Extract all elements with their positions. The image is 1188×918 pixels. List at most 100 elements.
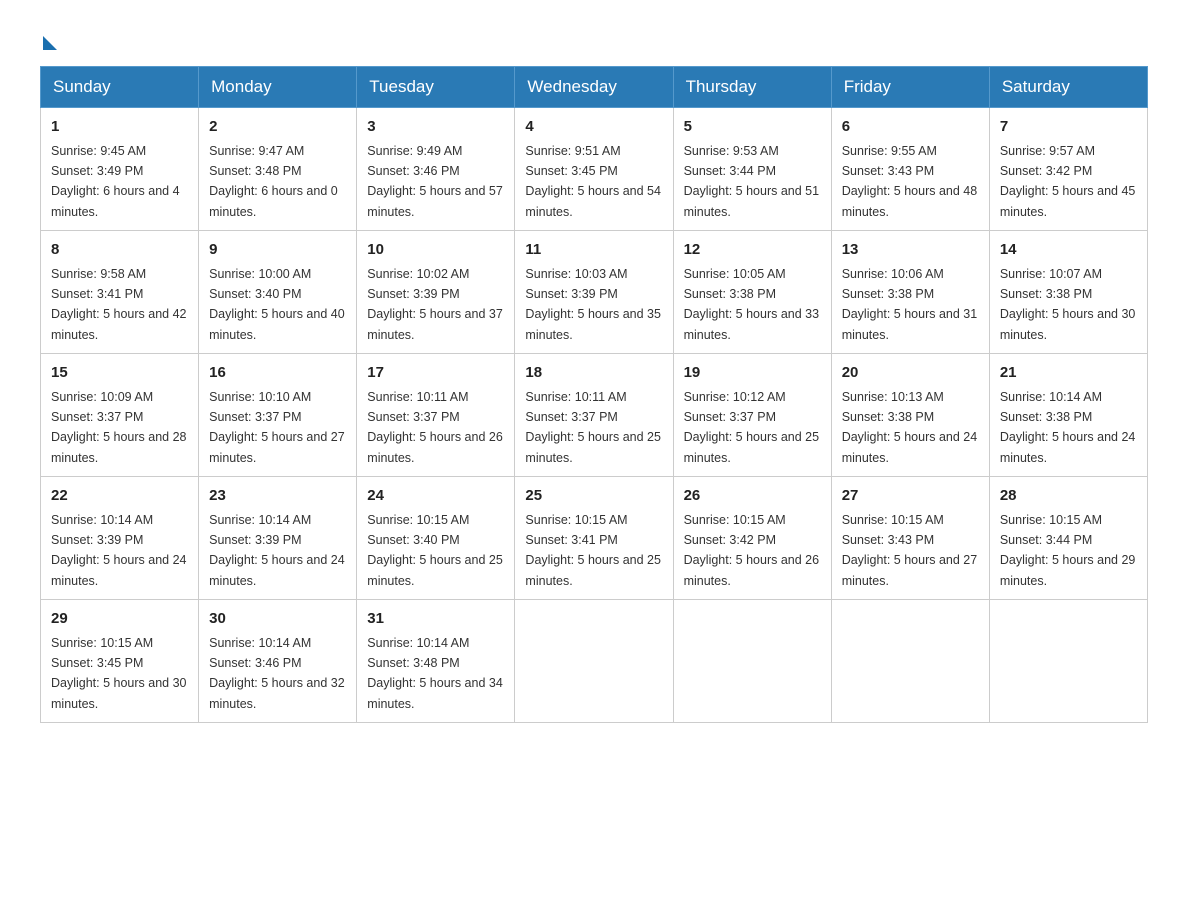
calendar-cell: 14 Sunrise: 10:07 AMSunset: 3:38 PMDayli… xyxy=(989,231,1147,354)
day-info: Sunrise: 10:05 AMSunset: 3:38 PMDaylight… xyxy=(684,267,820,342)
day-number: 7 xyxy=(1000,116,1137,139)
day-info: Sunrise: 9:49 AMSunset: 3:46 PMDaylight:… xyxy=(367,144,503,219)
calendar-cell: 1 Sunrise: 9:45 AMSunset: 3:49 PMDayligh… xyxy=(41,108,199,231)
day-number: 2 xyxy=(209,116,346,139)
day-info: Sunrise: 9:57 AMSunset: 3:42 PMDaylight:… xyxy=(1000,144,1136,219)
day-of-week-header: Monday xyxy=(199,67,357,108)
calendar-cell xyxy=(673,600,831,723)
day-number: 9 xyxy=(209,239,346,262)
calendar-cell: 31 Sunrise: 10:14 AMSunset: 3:48 PMDayli… xyxy=(357,600,515,723)
calendar-week-row: 29 Sunrise: 10:15 AMSunset: 3:45 PMDayli… xyxy=(41,600,1148,723)
calendar-cell: 24 Sunrise: 10:15 AMSunset: 3:40 PMDayli… xyxy=(357,477,515,600)
calendar-cell: 22 Sunrise: 10:14 AMSunset: 3:39 PMDayli… xyxy=(41,477,199,600)
day-info: Sunrise: 9:45 AMSunset: 3:49 PMDaylight:… xyxy=(51,144,180,219)
calendar-cell: 29 Sunrise: 10:15 AMSunset: 3:45 PMDayli… xyxy=(41,600,199,723)
day-info: Sunrise: 10:13 AMSunset: 3:38 PMDaylight… xyxy=(842,390,978,465)
day-info: Sunrise: 9:51 AMSunset: 3:45 PMDaylight:… xyxy=(525,144,661,219)
day-info: Sunrise: 9:53 AMSunset: 3:44 PMDaylight:… xyxy=(684,144,820,219)
day-number: 31 xyxy=(367,608,504,631)
day-of-week-header: Wednesday xyxy=(515,67,673,108)
calendar-cell: 11 Sunrise: 10:03 AMSunset: 3:39 PMDayli… xyxy=(515,231,673,354)
calendar-cell xyxy=(989,600,1147,723)
calendar-cell: 8 Sunrise: 9:58 AMSunset: 3:41 PMDayligh… xyxy=(41,231,199,354)
day-number: 4 xyxy=(525,116,662,139)
day-number: 8 xyxy=(51,239,188,262)
day-of-week-header: Sunday xyxy=(41,67,199,108)
day-number: 24 xyxy=(367,485,504,508)
calendar-table: SundayMondayTuesdayWednesdayThursdayFrid… xyxy=(40,66,1148,723)
calendar-week-row: 1 Sunrise: 9:45 AMSunset: 3:49 PMDayligh… xyxy=(41,108,1148,231)
calendar-week-row: 15 Sunrise: 10:09 AMSunset: 3:37 PMDayli… xyxy=(41,354,1148,477)
day-of-week-header: Thursday xyxy=(673,67,831,108)
day-of-week-header: Saturday xyxy=(989,67,1147,108)
day-info: Sunrise: 10:07 AMSunset: 3:38 PMDaylight… xyxy=(1000,267,1136,342)
calendar-cell: 2 Sunrise: 9:47 AMSunset: 3:48 PMDayligh… xyxy=(199,108,357,231)
calendar-body: 1 Sunrise: 9:45 AMSunset: 3:49 PMDayligh… xyxy=(41,108,1148,723)
day-number: 29 xyxy=(51,608,188,631)
day-info: Sunrise: 10:14 AMSunset: 3:48 PMDaylight… xyxy=(367,636,503,711)
calendar-cell: 7 Sunrise: 9:57 AMSunset: 3:42 PMDayligh… xyxy=(989,108,1147,231)
day-info: Sunrise: 10:06 AMSunset: 3:38 PMDaylight… xyxy=(842,267,978,342)
day-info: Sunrise: 10:15 AMSunset: 3:41 PMDaylight… xyxy=(525,513,661,588)
day-of-week-header: Tuesday xyxy=(357,67,515,108)
day-info: Sunrise: 10:15 AMSunset: 3:40 PMDaylight… xyxy=(367,513,503,588)
calendar-cell: 6 Sunrise: 9:55 AMSunset: 3:43 PMDayligh… xyxy=(831,108,989,231)
day-number: 11 xyxy=(525,239,662,262)
day-number: 14 xyxy=(1000,239,1137,262)
calendar-cell: 15 Sunrise: 10:09 AMSunset: 3:37 PMDayli… xyxy=(41,354,199,477)
calendar-cell: 27 Sunrise: 10:15 AMSunset: 3:43 PMDayli… xyxy=(831,477,989,600)
calendar-cell: 30 Sunrise: 10:14 AMSunset: 3:46 PMDayli… xyxy=(199,600,357,723)
day-number: 6 xyxy=(842,116,979,139)
calendar-cell: 18 Sunrise: 10:11 AMSunset: 3:37 PMDayli… xyxy=(515,354,673,477)
calendar-cell: 10 Sunrise: 10:02 AMSunset: 3:39 PMDayli… xyxy=(357,231,515,354)
day-info: Sunrise: 10:00 AMSunset: 3:40 PMDaylight… xyxy=(209,267,345,342)
day-info: Sunrise: 10:15 AMSunset: 3:42 PMDaylight… xyxy=(684,513,820,588)
day-number: 19 xyxy=(684,362,821,385)
calendar-cell: 12 Sunrise: 10:05 AMSunset: 3:38 PMDayli… xyxy=(673,231,831,354)
day-info: Sunrise: 10:03 AMSunset: 3:39 PMDaylight… xyxy=(525,267,661,342)
calendar-cell: 20 Sunrise: 10:13 AMSunset: 3:38 PMDayli… xyxy=(831,354,989,477)
day-number: 26 xyxy=(684,485,821,508)
day-number: 27 xyxy=(842,485,979,508)
day-number: 28 xyxy=(1000,485,1137,508)
day-number: 5 xyxy=(684,116,821,139)
day-info: Sunrise: 10:14 AMSunset: 3:39 PMDaylight… xyxy=(51,513,187,588)
calendar-cell: 5 Sunrise: 9:53 AMSunset: 3:44 PMDayligh… xyxy=(673,108,831,231)
day-info: Sunrise: 10:10 AMSunset: 3:37 PMDaylight… xyxy=(209,390,345,465)
calendar-cell: 19 Sunrise: 10:12 AMSunset: 3:37 PMDayli… xyxy=(673,354,831,477)
day-number: 16 xyxy=(209,362,346,385)
calendar-cell: 23 Sunrise: 10:14 AMSunset: 3:39 PMDayli… xyxy=(199,477,357,600)
day-number: 13 xyxy=(842,239,979,262)
calendar-week-row: 8 Sunrise: 9:58 AMSunset: 3:41 PMDayligh… xyxy=(41,231,1148,354)
day-number: 10 xyxy=(367,239,504,262)
calendar-cell: 26 Sunrise: 10:15 AMSunset: 3:42 PMDayli… xyxy=(673,477,831,600)
day-info: Sunrise: 10:14 AMSunset: 3:46 PMDaylight… xyxy=(209,636,345,711)
day-info: Sunrise: 10:14 AMSunset: 3:38 PMDaylight… xyxy=(1000,390,1136,465)
day-info: Sunrise: 10:11 AMSunset: 3:37 PMDaylight… xyxy=(367,390,503,465)
calendar-cell: 21 Sunrise: 10:14 AMSunset: 3:38 PMDayli… xyxy=(989,354,1147,477)
day-info: Sunrise: 9:58 AMSunset: 3:41 PMDaylight:… xyxy=(51,267,187,342)
calendar-cell: 13 Sunrise: 10:06 AMSunset: 3:38 PMDayli… xyxy=(831,231,989,354)
day-info: Sunrise: 10:09 AMSunset: 3:37 PMDaylight… xyxy=(51,390,187,465)
calendar-cell xyxy=(515,600,673,723)
day-info: Sunrise: 10:15 AMSunset: 3:45 PMDaylight… xyxy=(51,636,187,711)
calendar-cell: 28 Sunrise: 10:15 AMSunset: 3:44 PMDayli… xyxy=(989,477,1147,600)
day-number: 22 xyxy=(51,485,188,508)
day-number: 1 xyxy=(51,116,188,139)
day-number: 30 xyxy=(209,608,346,631)
calendar-cell: 9 Sunrise: 10:00 AMSunset: 3:40 PMDaylig… xyxy=(199,231,357,354)
day-number: 17 xyxy=(367,362,504,385)
day-info: Sunrise: 10:14 AMSunset: 3:39 PMDaylight… xyxy=(209,513,345,588)
day-info: Sunrise: 10:12 AMSunset: 3:37 PMDaylight… xyxy=(684,390,820,465)
calendar-cell: 25 Sunrise: 10:15 AMSunset: 3:41 PMDayli… xyxy=(515,477,673,600)
day-number: 18 xyxy=(525,362,662,385)
day-number: 21 xyxy=(1000,362,1137,385)
day-number: 12 xyxy=(684,239,821,262)
header-row: SundayMondayTuesdayWednesdayThursdayFrid… xyxy=(41,67,1148,108)
day-number: 20 xyxy=(842,362,979,385)
calendar-cell: 4 Sunrise: 9:51 AMSunset: 3:45 PMDayligh… xyxy=(515,108,673,231)
day-info: Sunrise: 9:47 AMSunset: 3:48 PMDaylight:… xyxy=(209,144,338,219)
logo-triangle-icon xyxy=(43,36,57,50)
logo xyxy=(40,30,57,46)
day-of-week-header: Friday xyxy=(831,67,989,108)
